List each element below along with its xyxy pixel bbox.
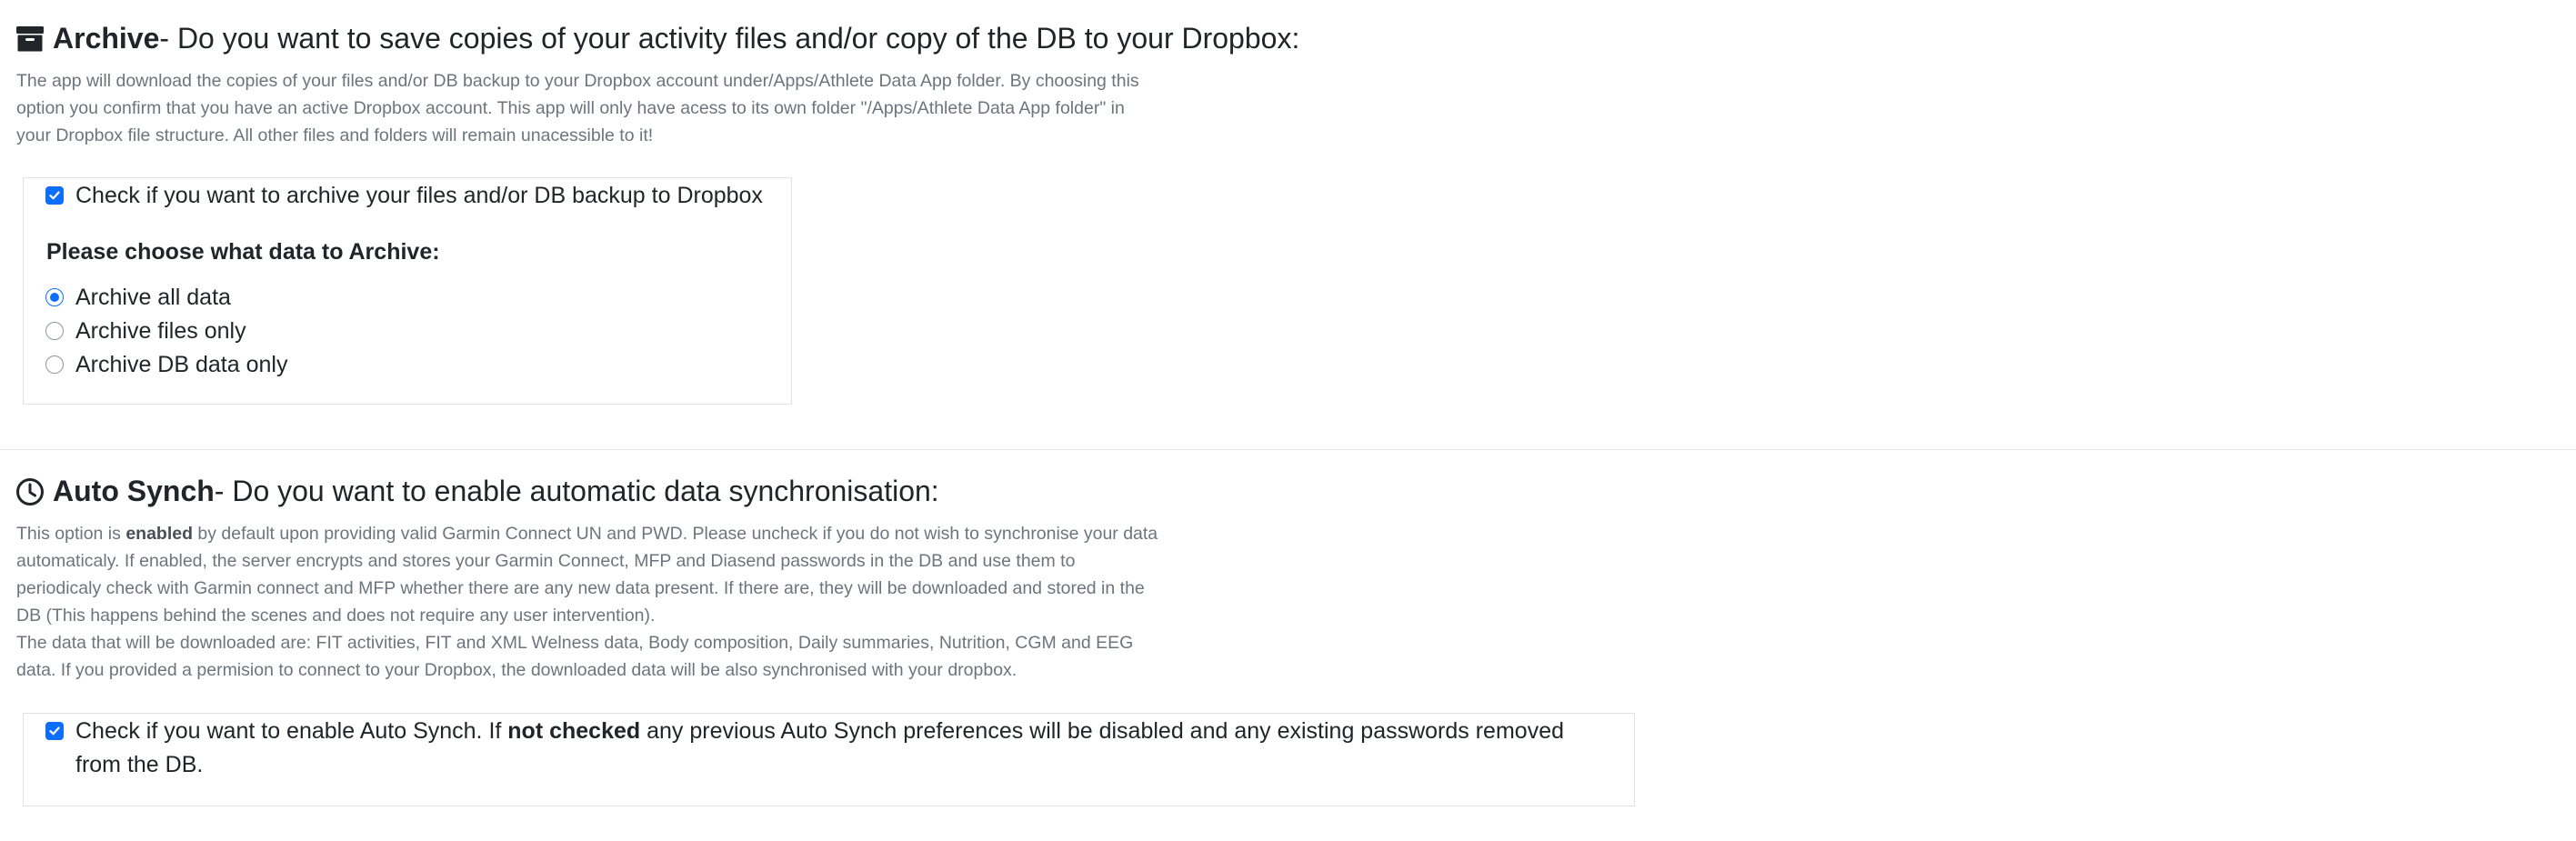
autosynch-description-p1: This option is enabled by default upon p… — [16, 524, 1158, 626]
archive-checkbox-row[interactable]: Check if you want to archive your files … — [45, 179, 763, 213]
archive-all-radio[interactable] — [45, 288, 64, 306]
archive-files-radio[interactable] — [45, 322, 64, 340]
archive-choose-label: Please choose what data to Archive: — [46, 239, 440, 265]
check-icon — [49, 726, 60, 736]
archive-option-all[interactable]: Archive all data — [45, 281, 231, 315]
archive-option-db[interactable]: Archive DB data only — [45, 348, 287, 382]
archive-option-files[interactable]: Archive files only — [45, 315, 246, 348]
archive-option-label: Archive all data — [75, 285, 231, 310]
archive-title: Archive — [53, 22, 160, 55]
archive-checkbox-label: Check if you want to archive your files … — [75, 183, 763, 208]
archive-checkbox[interactable] — [45, 186, 64, 205]
settings-page: Archive - Do you want to save copies of … — [0, 0, 2576, 841]
autosynch-description: This option is enabled by default upon p… — [16, 520, 1164, 684]
archive-option-label: Archive files only — [75, 318, 246, 344]
archive-icon — [15, 25, 45, 54]
archive-description: The app will download the copies of your… — [16, 71, 1139, 145]
section-divider — [0, 449, 2576, 450]
archive-header: Archive - Do you want to save copies of … — [15, 22, 1299, 55]
archive-db-radio[interactable] — [45, 355, 64, 374]
clock-icon — [15, 477, 45, 506]
autosynch-subtitle: - Do you want to enable automatic data s… — [214, 475, 939, 507]
archive-subtitle: - Do you want to save copies of your act… — [159, 22, 1300, 55]
autosynch-description-p2: The data that will be downloaded are: FI… — [16, 633, 1134, 680]
check-icon — [49, 191, 60, 200]
autosynch-checkbox-label: Check if you want to enable Auto Synch. … — [75, 718, 1565, 777]
autosynch-title: Auto Synch — [53, 475, 215, 507]
autosynch-checkbox-row[interactable]: Check if you want to enable Auto Synch. … — [45, 715, 1614, 782]
archive-option-label: Archive DB data only — [75, 352, 288, 377]
autosynch-checkbox[interactable] — [45, 722, 64, 740]
autosynch-header: Auto Synch - Do you want to enable autom… — [15, 475, 939, 508]
